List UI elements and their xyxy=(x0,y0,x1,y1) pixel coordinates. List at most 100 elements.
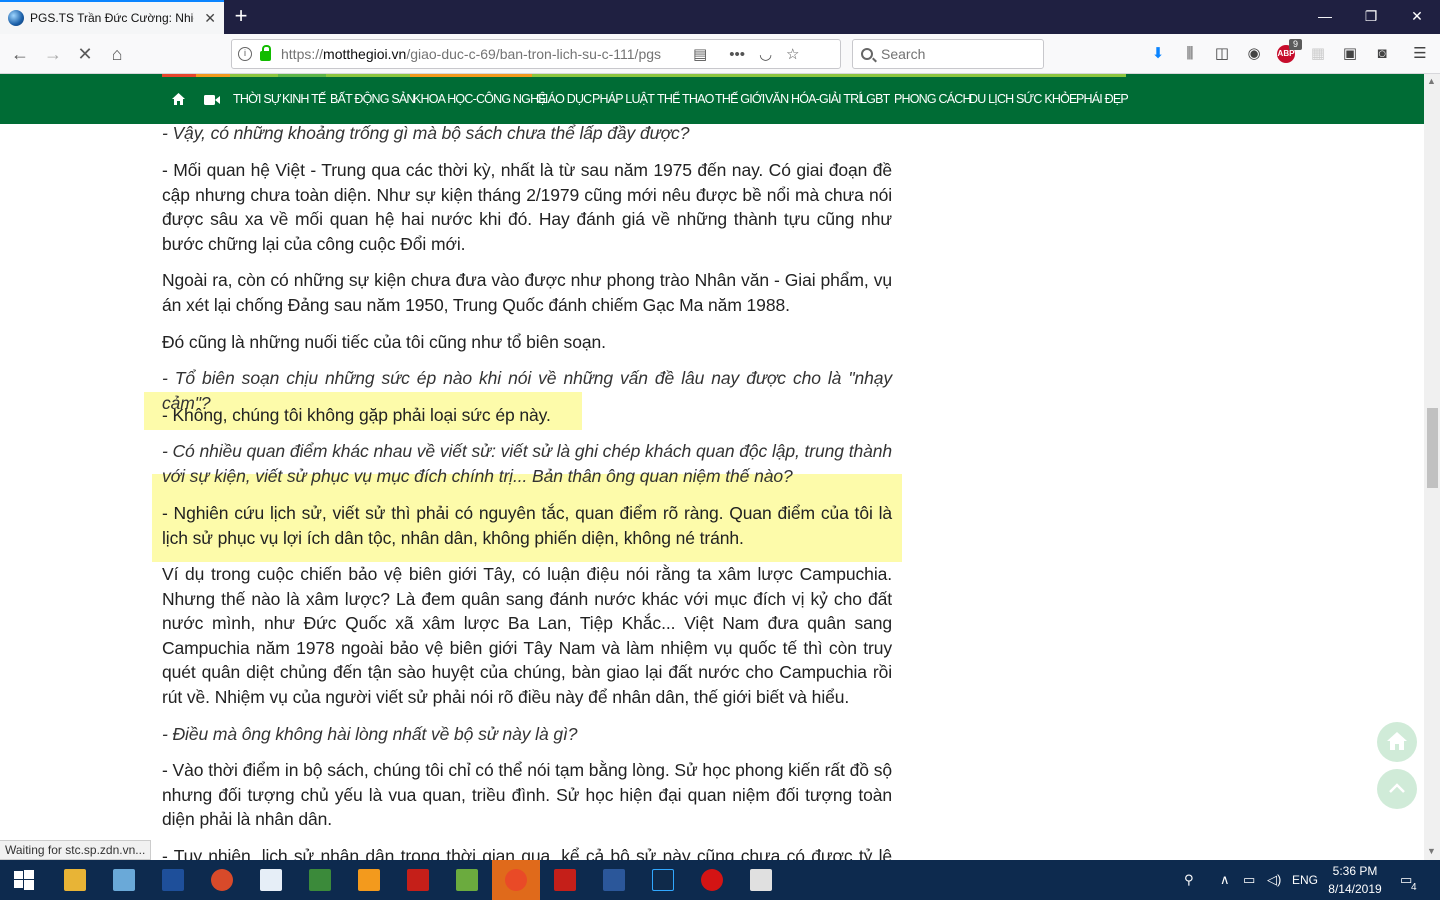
search-icon xyxy=(861,48,873,60)
globe-icon xyxy=(8,10,24,26)
app-icon[interactable] xyxy=(701,869,723,891)
lock-icon[interactable] xyxy=(260,45,271,61)
article-paragraph: - Tuy nhiên, lịch sử nhân dân trong thời… xyxy=(162,846,892,860)
article-paragraph: Đó cũng là những nuối tiếc của tôi cũng … xyxy=(162,332,606,352)
navigation-toolbar: ← → ✕ ⌂ i https://motthegioi.vn/giao-duc… xyxy=(0,34,1440,74)
tab-title: PGS.TS Trần Đức Cường: Nhiều xyxy=(30,11,194,25)
article-question: - Có nhiều quan điểm khác nhau về viết s… xyxy=(162,441,892,486)
url-host: motthegioi.vn xyxy=(323,46,407,62)
volume-icon[interactable]: ◁) xyxy=(1267,860,1281,900)
article-question: - Điều mà ông không hài lòng nhất về bộ … xyxy=(162,724,578,744)
status-text: Waiting for stc.sp.zdn.vn... xyxy=(0,840,152,860)
nav-khoa-hoc-cong-nghe[interactable]: KHOA HỌC-CÔNG NGHỆ xyxy=(413,92,547,108)
nav-accent xyxy=(196,74,230,77)
nav-accent xyxy=(278,74,326,77)
nav-phong-cach[interactable]: PHONG CÁCH xyxy=(894,92,972,108)
nav-van-hoa-giai-tri[interactable]: VĂN HÓA-GIẢI TRÍ xyxy=(765,92,862,108)
firefox-icon[interactable] xyxy=(505,869,527,891)
nav-lgbt[interactable]: LGBT xyxy=(860,92,890,108)
close-window-icon[interactable]: ✕ xyxy=(1406,5,1428,27)
screenshot-icon[interactable]: ◙ xyxy=(1370,42,1394,66)
forward-button[interactable]: → xyxy=(40,41,66,67)
page-viewport: THỜI SỰ KINH TẾ BẤT ĐỘNG SẢN KHOA HỌC-CÔ… xyxy=(0,74,1424,860)
article-paragraph: - Mối quan hệ Việt - Trung qua các thời … xyxy=(162,160,892,254)
article-paragraph: Ví dụ trong cuộc chiến bảo vệ biên giới … xyxy=(162,564,892,707)
article-paragraph: - Nghiên cứu lịch sử, viết sử thì phải c… xyxy=(162,503,892,548)
nav-the-gioi[interactable]: THẾ GIỚI xyxy=(715,92,765,108)
extension-icon[interactable]: ▣ xyxy=(1338,42,1362,66)
downloads-icon[interactable]: ⬇ xyxy=(1146,42,1170,66)
windows-start-icon[interactable] xyxy=(14,870,34,890)
nav-accent xyxy=(162,74,196,77)
nav-the-thao[interactable]: THỂ THAO xyxy=(657,92,714,108)
clock-time: 5:36 PM xyxy=(1332,864,1378,878)
url-text[interactable]: https://motthegioi.vn/giao-duc-c-69/ban-… xyxy=(281,46,679,62)
url-bar[interactable]: i https://motthegioi.vn/giao-duc-c-69/ba… xyxy=(231,39,841,69)
nav-accent xyxy=(410,74,532,77)
article-paragraph: - Vào thời điểm in bộ sách, chúng tôi ch… xyxy=(162,760,892,830)
pocket-icon[interactable]: ◡ xyxy=(759,45,772,63)
powershell-icon[interactable] xyxy=(162,869,184,891)
video-camera-icon[interactable] xyxy=(204,95,220,105)
home-float-button[interactable] xyxy=(1377,722,1417,762)
search-input[interactable]: Search xyxy=(852,39,1044,69)
menu-icon[interactable]: ☰ xyxy=(1408,42,1432,66)
nav-thoi-su[interactable]: THỜI SỰ xyxy=(233,92,282,108)
language-indicator[interactable]: ENG xyxy=(1292,860,1318,900)
page-scrollbar[interactable]: ▲ ▼ xyxy=(1424,74,1440,860)
browser-tab[interactable]: PGS.TS Trần Đức Cường: Nhiều ✕ xyxy=(0,0,224,34)
search-placeholder: Search xyxy=(881,46,926,62)
back-button[interactable]: ← xyxy=(7,41,33,67)
app-icon[interactable] xyxy=(211,869,233,891)
scroll-up-arrow-icon[interactable]: ▲ xyxy=(1427,76,1436,86)
file-explorer-icon[interactable] xyxy=(64,869,86,891)
scroll-down-arrow-icon[interactable]: ▼ xyxy=(1427,846,1436,856)
people-icon[interactable]: ⚲ xyxy=(1184,860,1194,900)
nav-giao-duc[interactable]: GIÁO DỤC xyxy=(536,92,592,108)
app-icon[interactable] xyxy=(260,869,282,891)
nav-bat-dong-san[interactable]: BẤT ĐỘNG SẢN xyxy=(330,92,415,108)
nav-accent xyxy=(326,74,410,77)
scrollbar-thumb[interactable] xyxy=(1427,408,1438,488)
bookmark-star-icon[interactable]: ☆ xyxy=(786,45,799,63)
info-icon[interactable]: i xyxy=(238,47,252,61)
nav-du-lich[interactable]: DU LỊCH xyxy=(969,92,1014,108)
nav-phai-dep[interactable]: PHÁI ĐẸP xyxy=(1076,92,1129,108)
restore-icon[interactable]: ❐ xyxy=(1360,5,1382,27)
nav-suc-khoe[interactable]: SỨC KHỎE xyxy=(1016,92,1077,108)
home-icon[interactable] xyxy=(172,93,185,105)
url-path: /giao-duc-c-69/ban-tron-lich-su-c-111/pg… xyxy=(406,46,662,62)
close-tab-icon[interactable]: ✕ xyxy=(204,10,216,27)
article-question: - Vậy, có những khoảng trống gì mà bộ sá… xyxy=(162,123,690,143)
extension-icon[interactable]: ▦ xyxy=(1306,42,1330,66)
app-icon[interactable] xyxy=(113,869,135,891)
adblock-badge: 9 xyxy=(1289,39,1302,50)
notification-count: 4 xyxy=(1411,882,1417,893)
account-icon[interactable]: ◉ xyxy=(1242,42,1266,66)
new-tab-button[interactable]: + xyxy=(229,4,253,28)
nav-phap-luat[interactable]: PHÁP LUẬT xyxy=(592,92,655,108)
nav-accent xyxy=(230,74,278,77)
stop-button[interactable]: ✕ xyxy=(72,41,98,67)
network-icon[interactable]: ▭ xyxy=(1243,860,1255,900)
clock[interactable]: 5:36 PM 8/14/2019 xyxy=(1318,862,1392,898)
pdf-reader-icon[interactable] xyxy=(554,869,576,891)
app-icon[interactable] xyxy=(456,869,478,891)
acrobat-icon[interactable] xyxy=(407,869,429,891)
sidebar-icon[interactable]: ◫ xyxy=(1210,42,1234,66)
calculator-icon[interactable] xyxy=(750,869,772,891)
word-icon[interactable] xyxy=(603,869,625,891)
minimize-icon[interactable]: — xyxy=(1314,5,1336,27)
nav-kinh-te[interactable]: KINH TẾ xyxy=(282,92,326,108)
scroll-top-button[interactable] xyxy=(1377,769,1417,809)
tab-bar: PGS.TS Trần Đức Cường: Nhiều ✕ + — ❐ ✕ xyxy=(0,0,1440,34)
sublime-text-icon[interactable] xyxy=(358,869,380,891)
reader-view-icon[interactable]: ▤ xyxy=(693,45,707,63)
tray-chevron-icon[interactable]: ∧ xyxy=(1220,860,1230,900)
home-button[interactable]: ⌂ xyxy=(104,41,130,67)
library-icon[interactable]: ⫼ xyxy=(1178,42,1202,66)
photoshop-icon[interactable] xyxy=(652,869,674,891)
app-icon[interactable] xyxy=(309,869,331,891)
article-paragraph: Ngoài ra, còn có những sự kiện chưa đưa … xyxy=(162,270,892,315)
page-actions-icon[interactable]: ••• xyxy=(729,46,745,63)
